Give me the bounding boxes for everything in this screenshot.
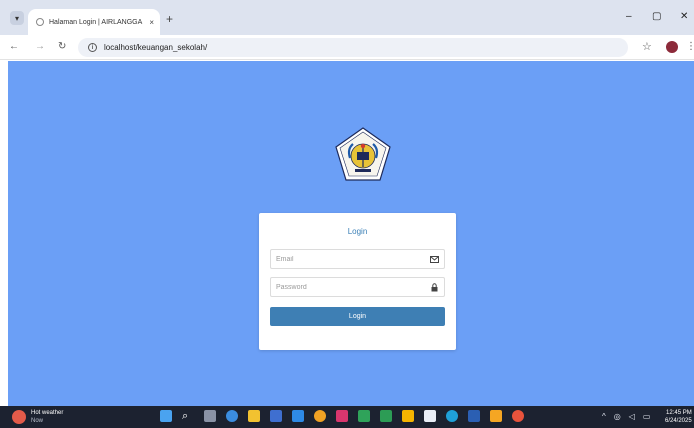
- windows-start-icon[interactable]: [160, 410, 172, 422]
- password-input[interactable]: [276, 283, 429, 291]
- more-menu-icon[interactable]: ⋮: [686, 41, 694, 52]
- store-icon[interactable]: [270, 410, 282, 422]
- clock-time: 12:45 PM: [666, 410, 692, 416]
- tab-close-icon[interactable]: ×: [149, 18, 154, 27]
- email-field-wrapper: [270, 249, 445, 269]
- close-window-icon[interactable]: ✕: [680, 11, 688, 23]
- login-button[interactable]: Login: [270, 307, 445, 326]
- forward-arrow-icon[interactable]: →: [35, 40, 45, 54]
- chevron-up-icon[interactable]: ^: [602, 412, 606, 422]
- google-drive-icon[interactable]: [402, 410, 414, 422]
- tab-title: Halaman Login | AIRLANGGA: [49, 18, 143, 26]
- taskbar: Hot weather Now ⌕ ^ ◎ ◁ ▭ 12:45 PM 6/24/…: [0, 406, 694, 428]
- task-view-icon[interactable]: [204, 410, 216, 422]
- weather-widget[interactable]: Hot weather Now: [12, 409, 63, 425]
- login-title: Login: [347, 227, 368, 236]
- volume-icon[interactable]: ◁: [629, 412, 635, 422]
- battery-icon[interactable]: ▭: [643, 412, 651, 422]
- file-explorer-icon[interactable]: [248, 410, 260, 422]
- chrome-icon[interactable]: [314, 410, 326, 422]
- taskbar-clock[interactable]: 12:45 PM 6/24/2025: [665, 409, 692, 425]
- url-text: localhost/keuangan_sekolah/: [104, 43, 208, 52]
- site-info-icon[interactable]: i: [88, 43, 97, 52]
- word-icon[interactable]: [468, 410, 480, 422]
- maximize-icon[interactable]: ▢: [652, 11, 661, 23]
- new-tab-button[interactable]: +: [166, 13, 173, 25]
- xampp-icon[interactable]: [490, 410, 502, 422]
- bookmark-star-icon[interactable]: ☆: [642, 40, 652, 53]
- back-arrow-icon[interactable]: ←: [9, 40, 19, 54]
- thermometer-icon: [12, 410, 26, 424]
- profile-avatar[interactable]: [666, 41, 678, 53]
- email-input[interactable]: [276, 255, 429, 263]
- lock-icon: [429, 282, 439, 292]
- login-page: Login Login: [8, 61, 694, 406]
- app-icon-green[interactable]: [358, 410, 370, 422]
- app-icon-pink[interactable]: [336, 410, 348, 422]
- password-field-wrapper: [270, 277, 445, 297]
- system-tray: ^ ◎ ◁ ▭: [602, 412, 658, 422]
- envelope-icon: [429, 254, 439, 264]
- browser-tab[interactable]: Halaman Login | AIRLANGGA ×: [28, 9, 160, 35]
- chrome-active-icon[interactable]: [512, 410, 524, 422]
- minimize-icon[interactable]: –: [626, 11, 632, 23]
- tab-search-chevron-icon[interactable]: ▾: [10, 11, 24, 25]
- network-icon[interactable]: ◎: [614, 412, 621, 422]
- weather-title: Hot weather: [31, 410, 64, 416]
- search-icon[interactable]: ⌕: [182, 410, 194, 422]
- excel-icon[interactable]: [380, 410, 392, 422]
- clock-date: 6/24/2025: [665, 418, 692, 424]
- copilot-icon[interactable]: [226, 410, 238, 422]
- login-card: Login Login: [259, 213, 456, 350]
- edge-icon[interactable]: [446, 410, 458, 422]
- browser-toolbar: ← → ↻ i localhost/keuangan_sekolah/ ☆ ⋮: [0, 35, 694, 60]
- globe-icon: [36, 18, 44, 26]
- browser-tab-strip: ▾ Halaman Login | AIRLANGGA × + – ▢ ✕: [0, 0, 694, 35]
- reload-icon[interactable]: ↻: [58, 40, 66, 54]
- school-logo: [335, 127, 391, 181]
- photos-icon[interactable]: [292, 410, 304, 422]
- weather-subtitle: Now: [31, 418, 44, 424]
- address-bar[interactable]: i localhost/keuangan_sekolah/: [78, 38, 628, 57]
- document-icon[interactable]: [424, 410, 436, 422]
